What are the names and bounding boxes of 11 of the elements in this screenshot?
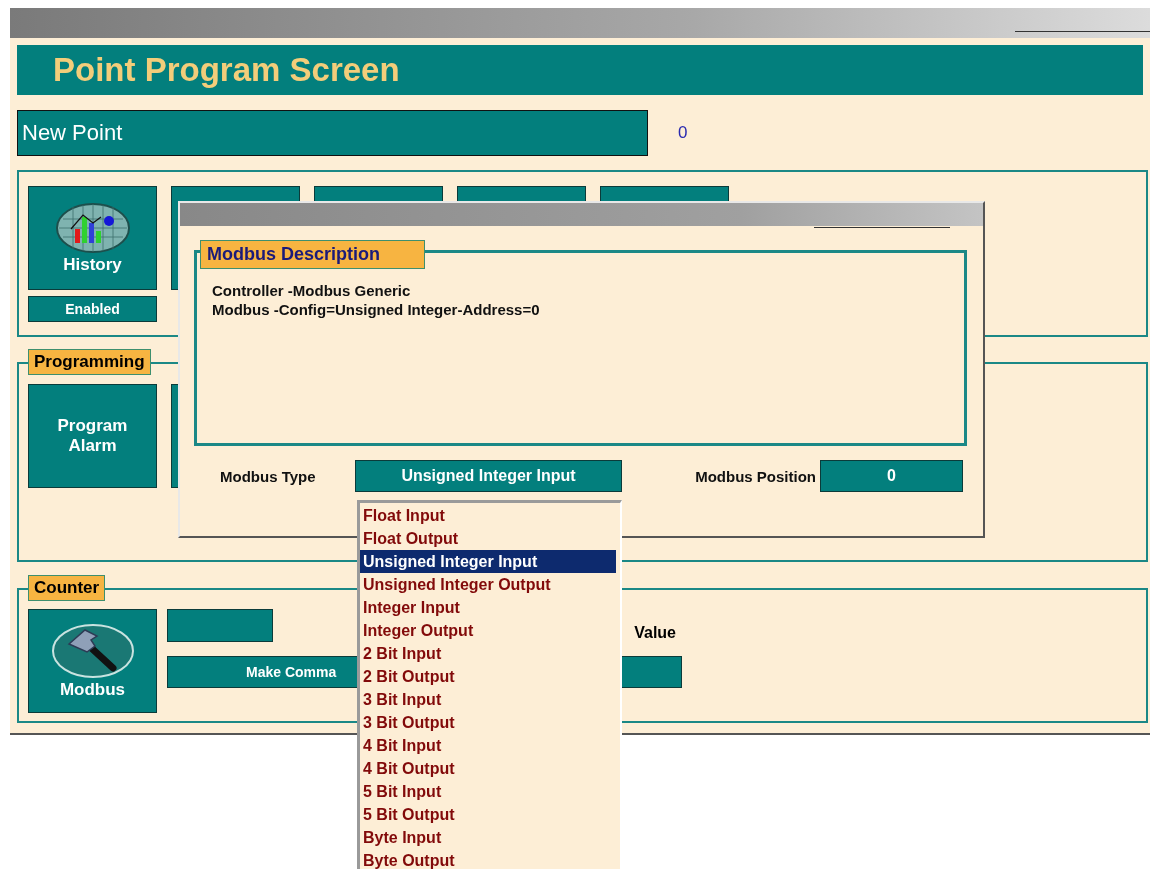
group-label: Modbus Description: [200, 240, 425, 269]
description-line: Controller -Modbus Generic: [212, 281, 412, 300]
value-label: Value: [634, 624, 676, 642]
section-label: Programming: [28, 349, 151, 375]
section-label: Counter: [28, 575, 106, 601]
field-label: Modbus Position: [694, 467, 817, 485]
description-line: Modbus -Config=Unsigned Integer-Address=0: [212, 300, 541, 319]
screen-title: Point Program Screen: [17, 45, 1143, 95]
field-label: Modbus Type: [220, 467, 317, 485]
history-status: Enabled: [28, 296, 157, 322]
point-number: 0: [678, 123, 688, 143]
